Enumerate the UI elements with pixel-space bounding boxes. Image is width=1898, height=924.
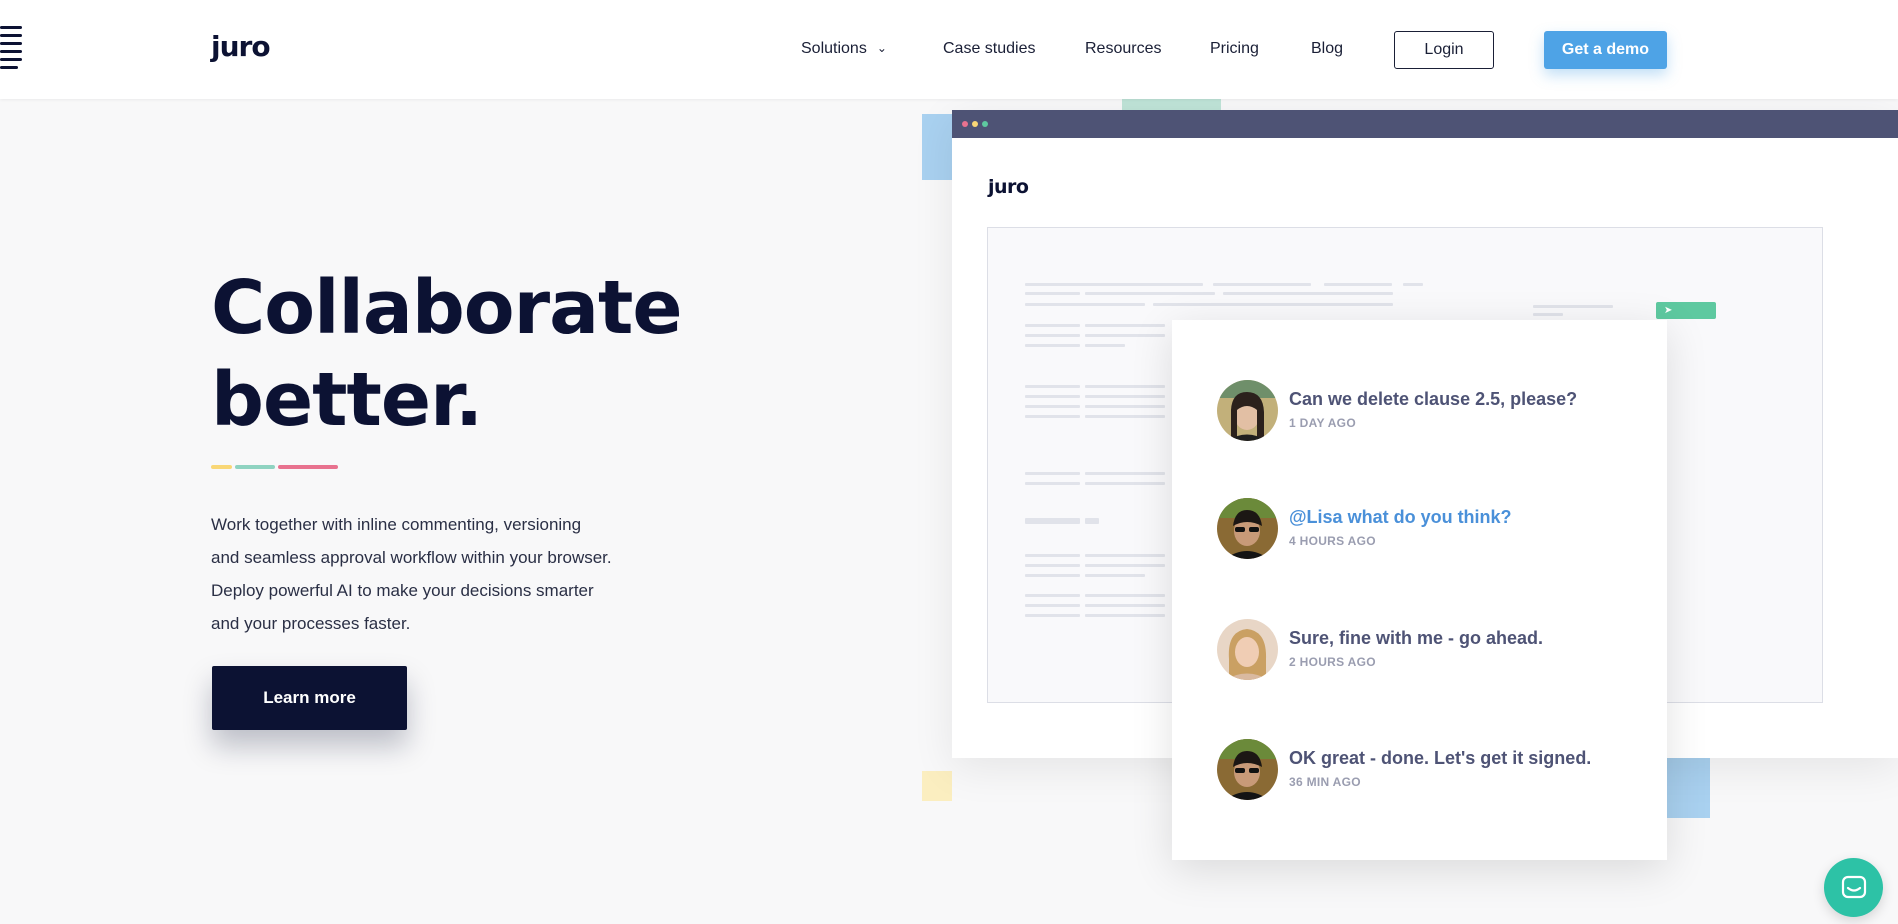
doc-line (1025, 385, 1080, 388)
doc-line (1025, 518, 1080, 524)
doc-line (1085, 344, 1125, 347)
nav-solutions[interactable]: Solutions ⌄ (801, 40, 887, 58)
doc-line (1025, 395, 1080, 398)
window-maximize-dot (982, 121, 988, 127)
doc-line (1324, 283, 1392, 286)
comment-item: Sure, fine with me - go ahead. 2 HOURS A… (1217, 619, 1657, 681)
doc-line (1025, 604, 1080, 607)
doc-line (1025, 594, 1080, 597)
learn-more-button[interactable]: Learn more (212, 666, 407, 730)
window-close-dot (962, 121, 968, 127)
hero-description-line: Work together with inline commenting, ve… (211, 515, 582, 534)
doc-line (1223, 292, 1393, 295)
comment-timestamp: 36 MIN AGO (1289, 775, 1361, 789)
comment-item: Can we delete clause 2.5, please? 1 DAY … (1217, 380, 1657, 442)
doc-line (1025, 344, 1080, 347)
doc-line (1025, 482, 1080, 485)
comment-timestamp: 2 HOURS AGO (1289, 655, 1376, 669)
doc-line (1085, 574, 1145, 577)
window-titlebar (952, 110, 1898, 138)
window-minimize-dot (972, 121, 978, 127)
comment-timestamp: 1 DAY AGO (1289, 416, 1356, 430)
doc-line (1085, 324, 1165, 327)
doc-line (1085, 614, 1165, 617)
doc-line (1085, 518, 1099, 524)
doc-line (1085, 292, 1215, 295)
doc-line (1085, 554, 1165, 557)
chevron-down-icon: ⌄ (876, 41, 887, 55)
doc-line (1025, 554, 1080, 557)
hero-description-line: and your processes faster. (211, 614, 411, 633)
comment-text: Can we delete clause 2.5, please? (1289, 389, 1578, 409)
doc-line (1213, 283, 1311, 286)
hero-title-line2: better. (211, 357, 483, 443)
doc-line (1085, 415, 1165, 418)
doc-line (1025, 292, 1080, 295)
hero-description: Work together with inline commenting, ve… (211, 508, 671, 640)
accent-divider-pink (278, 465, 338, 469)
comment-timestamp: 4 HOURS AGO (1289, 534, 1376, 548)
nav-pricing[interactable]: Pricing (1210, 40, 1259, 58)
doc-line (1153, 303, 1393, 306)
accent-divider-yellow (211, 465, 232, 469)
hero-description-line: Deploy powerful AI to make your decision… (211, 581, 594, 600)
doc-line (1025, 415, 1080, 418)
hero-title-line1: Collaborate (211, 265, 683, 351)
send-icon: ➤ (1656, 302, 1716, 319)
nav-blog[interactable]: Blog (1311, 40, 1343, 58)
doc-line (1025, 574, 1080, 577)
doc-line (1085, 334, 1165, 337)
chat-icon (1841, 875, 1866, 898)
doc-line (1085, 564, 1165, 567)
avatar (1217, 380, 1278, 441)
comment-item: @Lisa what do you think? 4 HOURS AGO (1217, 498, 1657, 560)
app-logo: juro (988, 176, 1029, 198)
doc-line (1025, 614, 1080, 617)
decor-block-blue (922, 114, 956, 180)
doc-line (1085, 604, 1165, 607)
doc-line (1085, 385, 1165, 388)
get-demo-button[interactable]: Get a demo (1544, 31, 1667, 69)
doc-line (1403, 283, 1423, 286)
comment-text: OK great - done. Let's get it signed. (1289, 748, 1592, 768)
doc-line (1025, 303, 1145, 306)
nav-solutions-label: Solutions (801, 40, 867, 57)
comments-panel: Can we delete clause 2.5, please? 1 DAY … (1172, 320, 1667, 860)
juro-logo[interactable]: juro (211, 30, 271, 63)
nav-resources[interactable]: Resources (1085, 40, 1161, 58)
doc-line (1025, 334, 1080, 337)
comment-item: OK great - done. Let's get it signed. 36… (1217, 739, 1657, 801)
comment-text: @Lisa what do you think? (1289, 507, 1512, 527)
accent-divider-teal (235, 465, 275, 469)
doc-line (1025, 405, 1080, 408)
doc-line (1533, 305, 1613, 308)
menu-icon[interactable] (0, 26, 26, 70)
decor-block-blue-bottom (1660, 758, 1710, 818)
hero-title: Collaborate better. (211, 262, 683, 446)
doc-line (1025, 472, 1080, 475)
doc-line (1085, 594, 1165, 597)
decor-block-yellow (922, 771, 952, 801)
hero-description-line: and seamless approval workflow within yo… (211, 548, 612, 567)
nav-case-studies[interactable]: Case studies (943, 40, 1036, 58)
doc-line (1025, 324, 1080, 327)
doc-line (1025, 283, 1203, 286)
login-button[interactable]: Login (1394, 31, 1494, 69)
chat-launcher-button[interactable] (1824, 858, 1883, 917)
doc-line (1533, 313, 1563, 316)
doc-line (1085, 405, 1165, 408)
comment-text: Sure, fine with me - go ahead. (1289, 628, 1544, 648)
doc-line (1085, 472, 1165, 475)
doc-line (1025, 564, 1080, 567)
avatar (1217, 619, 1278, 680)
doc-line (1085, 482, 1165, 485)
avatar (1217, 498, 1278, 559)
site-header: juro Solutions ⌄ Case studies Resources P… (0, 0, 1898, 99)
doc-line (1085, 395, 1165, 398)
avatar (1217, 739, 1278, 800)
